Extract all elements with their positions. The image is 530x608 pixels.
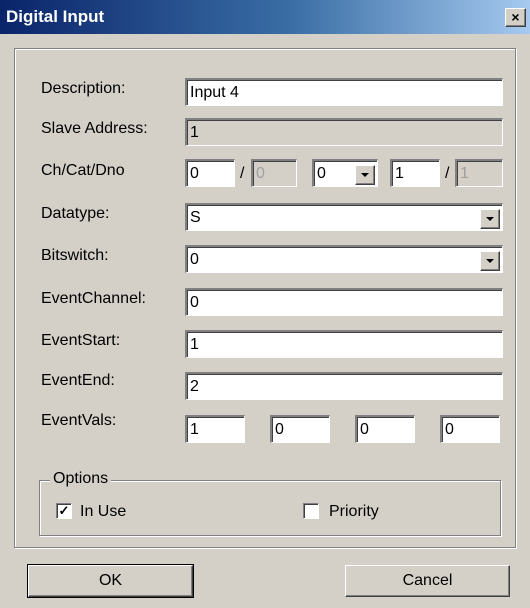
close-icon: ×	[511, 9, 520, 25]
event-start-field[interactable]: 1	[185, 330, 503, 358]
priority-checkbox[interactable]	[303, 503, 319, 519]
bitswitch-value: 0	[190, 251, 199, 268]
ch-cat-dno-label: Ch/Cat/Dno	[41, 162, 125, 179]
datatype-select[interactable]: S	[185, 203, 503, 231]
ok-button[interactable]: OK	[27, 564, 194, 598]
category-select[interactable]: 0	[312, 159, 378, 187]
description-field[interactable]: Input 4	[185, 78, 503, 106]
event-channel-label: EventChannel:	[41, 290, 146, 307]
chevron-down-icon[interactable]	[480, 251, 500, 271]
description-label: Description:	[41, 80, 126, 97]
dno-readonly-field: 1	[455, 159, 503, 187]
slave-address-label: Slave Address:	[41, 120, 148, 137]
title-bar: Digital Input ×	[0, 0, 530, 34]
event-vals-label: EventVals:	[41, 412, 117, 429]
chevron-down-icon[interactable]	[480, 209, 500, 229]
bitswitch-label: Bitswitch:	[41, 247, 109, 264]
slave-address-field: 1	[185, 118, 503, 146]
priority-label[interactable]: Priority	[329, 503, 379, 521]
channel-field[interactable]: 0	[185, 159, 235, 187]
event-val-field[interactable]: 0	[270, 415, 330, 443]
window-title: Digital Input	[6, 7, 105, 26]
datatype-value: S	[190, 209, 201, 226]
cancel-button[interactable]: Cancel	[345, 565, 510, 597]
options-group-title: Options	[50, 470, 112, 488]
check-icon: ✓	[58, 503, 70, 518]
in-use-label[interactable]: In Use	[80, 503, 126, 521]
event-val-field[interactable]: 1	[185, 415, 245, 443]
channel-readonly-field: 0	[251, 159, 297, 187]
datatype-label: Datatype:	[41, 205, 110, 222]
event-end-label: EventEnd:	[41, 372, 115, 389]
category-value: 0	[317, 165, 326, 182]
event-end-field[interactable]: 2	[185, 372, 503, 400]
in-use-checkbox[interactable]: ✓	[56, 503, 72, 519]
event-val-field[interactable]: 0	[440, 415, 500, 443]
event-start-label: EventStart:	[41, 332, 121, 349]
event-channel-field[interactable]: 0	[185, 288, 503, 316]
chevron-down-icon[interactable]	[355, 165, 375, 185]
bitswitch-select[interactable]: 0	[185, 245, 503, 273]
close-button[interactable]: ×	[505, 8, 526, 27]
dno-field[interactable]: 1	[390, 159, 440, 187]
separator-slash: /	[445, 165, 450, 182]
separator-slash: /	[240, 165, 245, 182]
event-val-field[interactable]: 0	[355, 415, 415, 443]
